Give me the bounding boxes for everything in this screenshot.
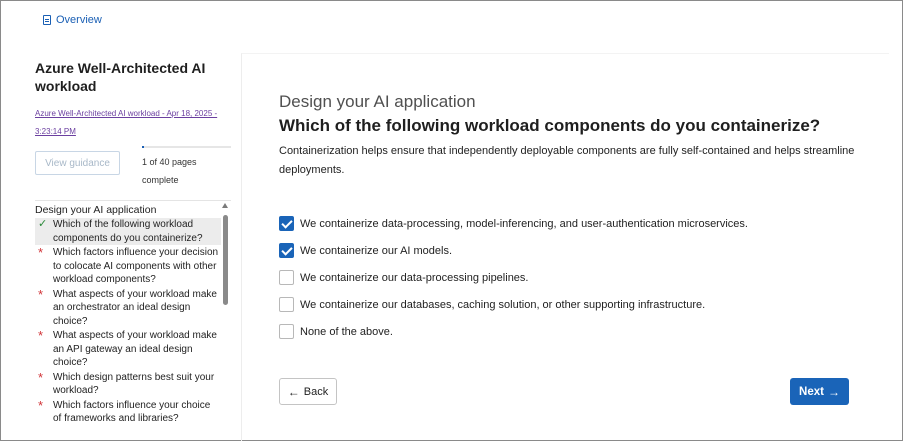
document-icon: [43, 15, 51, 25]
checkbox[interactable]: [279, 297, 294, 312]
question-list-section[interactable]: Design your AI application: [35, 201, 231, 217]
overview-label: Overview: [56, 14, 102, 26]
asterisk-icon: *: [38, 286, 44, 302]
progress-text: 1 of 40 pages complete: [142, 157, 197, 185]
view-guidance-button[interactable]: View guidance: [35, 151, 120, 175]
checkbox[interactable]: [279, 270, 294, 285]
question-heading: Which of the following workload componen…: [279, 116, 821, 135]
asterisk-icon: *: [38, 369, 44, 385]
checkmark-icon: ✓: [38, 218, 48, 230]
answer-option-label: We containerize our data-processing pipe…: [300, 271, 529, 284]
question-item[interactable]: ✓ Which of the following workload compon…: [35, 218, 221, 245]
answer-option[interactable]: We containerize our databases, caching s…: [279, 291, 748, 318]
overview-link[interactable]: Overview: [43, 14, 102, 26]
question-item[interactable]: * What aspects of your workload make an …: [35, 288, 221, 329]
checkbox[interactable]: [279, 216, 294, 231]
progress-fill: [142, 146, 145, 148]
answer-option-label: We containerize our databases, caching s…: [300, 298, 706, 311]
checkbox[interactable]: [279, 324, 294, 339]
back-button-label: Back: [303, 385, 329, 398]
progress-bar: [142, 146, 231, 148]
checkbox[interactable]: [279, 243, 294, 258]
answer-options: We containerize data-processing, model-i…: [279, 210, 748, 345]
question-list-scrollbar[interactable]: [222, 203, 230, 441]
back-button[interactable]: ← Back: [279, 378, 337, 405]
asterisk-icon: *: [38, 328, 44, 343]
assessment-sidebar: Azure Well-Architected AI workload Azure…: [35, 59, 231, 185]
scroll-up-icon[interactable]: [222, 203, 228, 208]
section-title: Design your AI application: [279, 92, 476, 111]
answer-option[interactable]: We containerize our data-processing pipe…: [279, 264, 748, 291]
answer-option-label: None of the above.: [300, 325, 393, 338]
answer-option[interactable]: We containerize data-processing, model-i…: [279, 210, 748, 237]
question-list: Design your AI application ✓ Which of th…: [35, 200, 231, 441]
arrow-right-icon: →: [827, 384, 840, 399]
assessment-title: Azure Well-Architected AI workload: [35, 60, 206, 94]
question-item-label: Which factors influence your decision to…: [53, 247, 219, 285]
answer-option[interactable]: None of the above.: [279, 318, 748, 345]
asterisk-icon: *: [38, 397, 44, 413]
guidance-row: View guidance 1 of 40 pages complete: [35, 146, 231, 191]
next-button-label: Next: [799, 385, 824, 398]
question-item[interactable]: * Which factors influence your choice of…: [35, 399, 221, 426]
answer-option-label: We containerize our AI models.: [300, 244, 453, 257]
arrow-left-icon: ←: [287, 384, 300, 399]
question-item-label: What aspects of your workload make an or…: [53, 288, 217, 327]
answer-option-label: We containerize data-processing, model-i…: [300, 217, 748, 230]
question-item-label: Which of the following workload componen…: [53, 219, 203, 244]
question-item[interactable]: * What aspects of your workload make an …: [35, 329, 221, 370]
question-description: Containerization helps ensure that indep…: [279, 145, 855, 176]
answer-option[interactable]: We containerize our AI models.: [279, 237, 748, 264]
assessment-link[interactable]: Azure Well-Architected AI workload - Apr…: [35, 105, 225, 141]
question-item-label: Which design patterns best suit your wor…: [53, 371, 215, 397]
scroll-thumb[interactable]: [223, 215, 228, 305]
question-item-label: What aspects of your workload make an AP…: [53, 330, 217, 368]
question-item[interactable]: * Which factors influence your decision …: [35, 246, 221, 287]
question-item[interactable]: * Which design patterns best suit your w…: [35, 371, 221, 398]
next-button[interactable]: Next →: [790, 378, 849, 405]
window-frame: Overview Azure Well-Architected AI workl…: [0, 0, 903, 441]
asterisk-icon: *: [38, 245, 44, 260]
question-item-label: Which factors influence your choice of f…: [53, 399, 211, 425]
question-panel: Design your AI application Which of the …: [241, 53, 889, 441]
